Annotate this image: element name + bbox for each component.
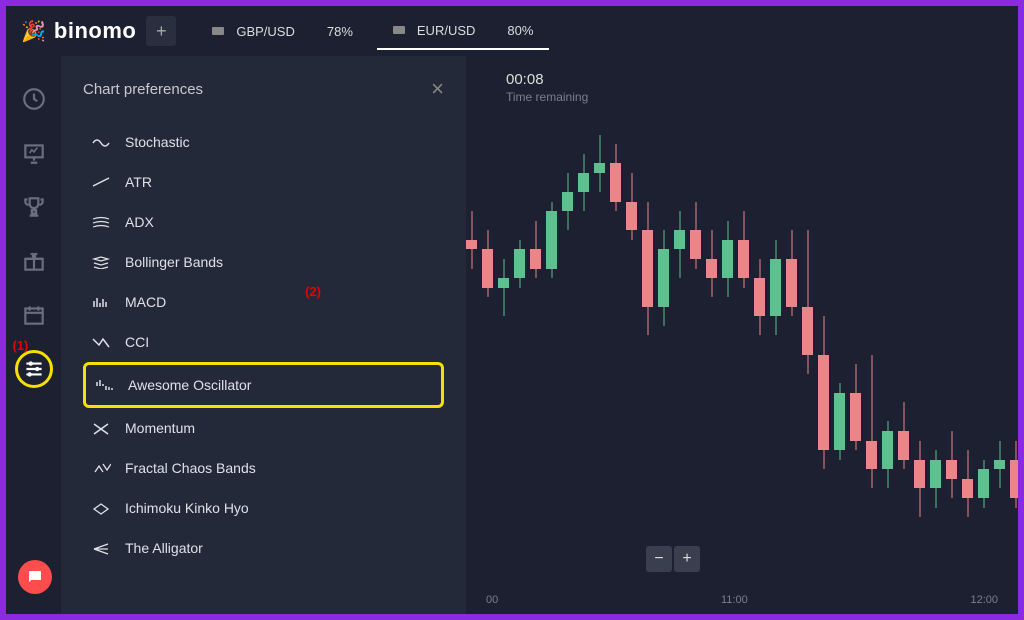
panel-title: Chart preferences bbox=[83, 81, 203, 98]
indicator-awesome-oscillator[interactable]: Awesome Oscillator bbox=[83, 362, 444, 408]
clock-icon[interactable] bbox=[21, 86, 47, 112]
brand-name: binomo bbox=[54, 18, 136, 44]
indicator-label: MACD bbox=[125, 294, 166, 310]
left-sidebar: (1) bbox=[6, 56, 61, 614]
flag-icon bbox=[393, 26, 405, 34]
indicator-label: Stochastic bbox=[125, 134, 190, 150]
pair-tab-eur-usd[interactable]: EUR/USD 80% bbox=[377, 12, 550, 50]
indicator-label: Bollinger Bands bbox=[125, 254, 223, 270]
add-tab-button[interactable]: + bbox=[146, 16, 176, 46]
indicator-label: ATR bbox=[125, 174, 152, 190]
indicator-atr[interactable]: ATR bbox=[83, 162, 444, 202]
sliders-icon[interactable]: (1) bbox=[21, 356, 47, 382]
zoom-in-button[interactable]: + bbox=[674, 546, 700, 572]
xaxis-tick: 11:00 bbox=[721, 594, 748, 606]
timer-block: 00:08 Time remaining bbox=[506, 71, 588, 104]
xaxis-tick: 00 bbox=[486, 594, 498, 606]
indicator-stochastic[interactable]: Stochastic bbox=[83, 122, 444, 162]
fan-icon bbox=[91, 541, 111, 555]
zig-icon bbox=[91, 335, 111, 349]
annotation-1: (1) bbox=[13, 338, 29, 353]
indicator-the-alligator[interactable]: The Alligator bbox=[83, 528, 444, 568]
cross-icon bbox=[91, 421, 111, 435]
zoom-out-button[interactable]: − bbox=[646, 546, 672, 572]
tab-pair-label: EUR/USD bbox=[417, 23, 476, 38]
chart-area[interactable]: 00:08 Time remaining bbox=[466, 56, 1018, 614]
indicator-adx[interactable]: ADX bbox=[83, 202, 444, 242]
indicator-ichimoku-kinko-hyo[interactable]: Ichimoku Kinko Hyo bbox=[83, 488, 444, 528]
tri-icon bbox=[91, 461, 111, 475]
presentation-icon[interactable] bbox=[21, 140, 47, 166]
pair-tab-gbp-usd[interactable]: GBP/USD 78% bbox=[196, 12, 369, 50]
close-icon[interactable]: × bbox=[431, 76, 444, 102]
time-remaining-label: Time remaining bbox=[506, 90, 588, 104]
main-area: (1) Chart preferences × Stochastic ATR A… bbox=[6, 56, 1018, 614]
xaxis-tick: 12:00 bbox=[970, 594, 998, 606]
brand-logo: 🎉 binomo bbox=[21, 18, 136, 44]
logo-icon: 🎉 bbox=[21, 19, 46, 44]
calendar-icon[interactable] bbox=[21, 302, 47, 328]
gift-icon[interactable] bbox=[21, 248, 47, 274]
indicator-label: Momentum bbox=[125, 420, 195, 436]
indicator-label: Awesome Oscillator bbox=[128, 377, 251, 393]
indicator-momentum[interactable]: Momentum bbox=[83, 408, 444, 448]
indicator-label: Fractal Chaos Bands bbox=[125, 460, 256, 476]
tab-pct-label: 80% bbox=[507, 23, 533, 38]
bands-icon bbox=[91, 215, 111, 229]
bars2-icon bbox=[94, 378, 114, 392]
app-frame: 🎉 binomo + GBP/USD 78% EUR/USD 80% (1) C… bbox=[6, 6, 1018, 614]
indicator-macd[interactable]: MACD bbox=[83, 282, 444, 322]
tab-pct-label: 78% bbox=[327, 24, 353, 39]
line-icon bbox=[91, 175, 111, 189]
stack-icon bbox=[91, 255, 111, 269]
indicator-fractal-chaos-bands[interactable]: Fractal Chaos Bands bbox=[83, 448, 444, 488]
wave-icon bbox=[91, 135, 111, 149]
tab-pair-label: GBP/USD bbox=[236, 24, 295, 39]
indicator-label: The Alligator bbox=[125, 540, 203, 556]
indicator-label: Ichimoku Kinko Hyo bbox=[125, 500, 249, 516]
indicator-cci[interactable]: CCI bbox=[83, 322, 444, 362]
indicator-label: CCI bbox=[125, 334, 149, 350]
time-remaining-value: 00:08 bbox=[506, 71, 588, 88]
bars-icon bbox=[91, 295, 111, 309]
indicator-bollinger-bands[interactable]: Bollinger Bands bbox=[83, 242, 444, 282]
trophy-icon[interactable] bbox=[21, 194, 47, 220]
flag-icon bbox=[212, 27, 224, 35]
indicator-label: ADX bbox=[125, 214, 154, 230]
top-bar: 🎉 binomo + GBP/USD 78% EUR/USD 80% bbox=[6, 6, 1018, 56]
chart-preferences-panel: Chart preferences × Stochastic ATR ADX B… bbox=[61, 56, 466, 614]
kite-icon bbox=[91, 501, 111, 515]
chat-button[interactable] bbox=[18, 560, 52, 594]
